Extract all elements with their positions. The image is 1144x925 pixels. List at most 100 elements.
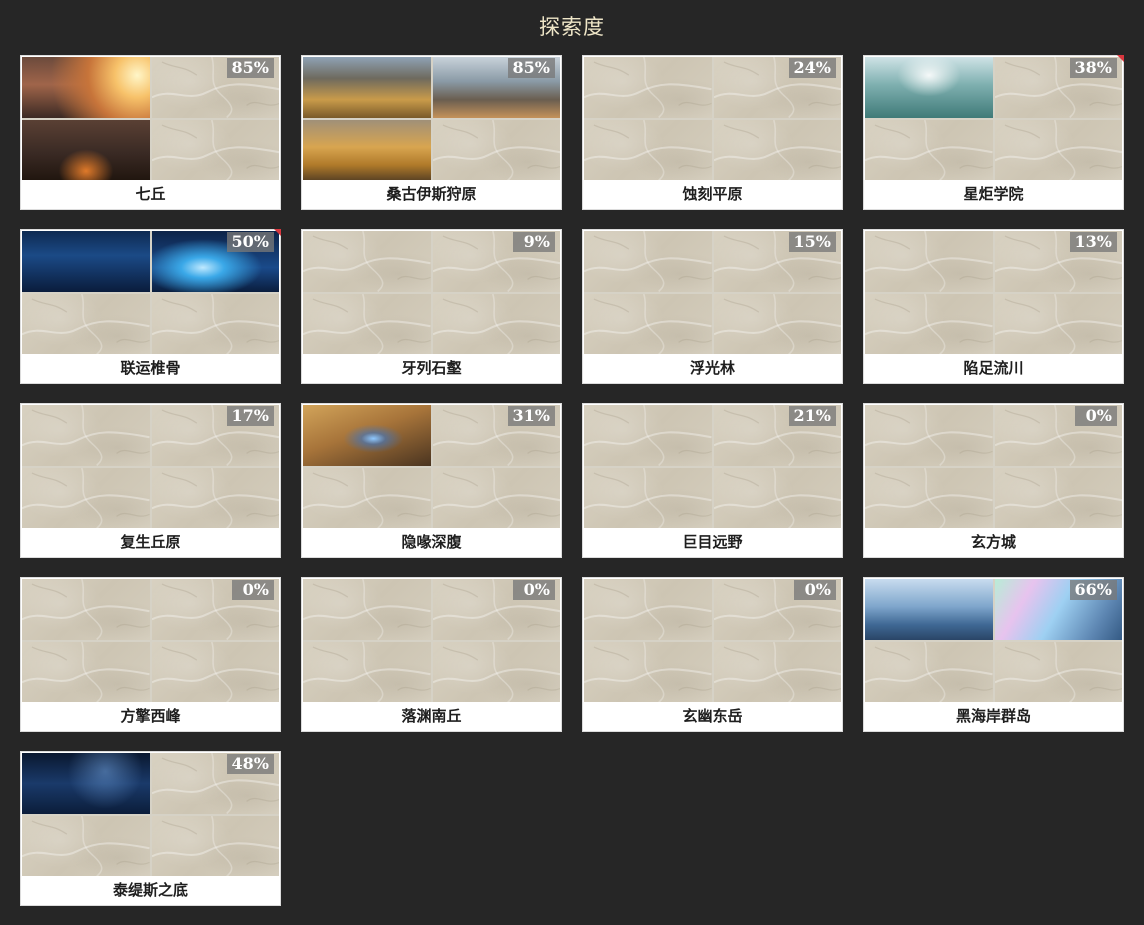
exploration-percent-badge: 0% [794, 580, 836, 600]
fogged-map-tile [713, 119, 841, 180]
exploration-percent-badge: 66% [1069, 580, 1117, 600]
region-card[interactable]: 48% 泰缇斯之底 [20, 751, 281, 906]
map-contour-lines [432, 641, 560, 702]
exploration-percent-badge: 85% [226, 58, 274, 78]
fogged-map-tile [22, 641, 150, 702]
fogged-map-tile [584, 641, 712, 702]
map-contour-lines [994, 467, 1122, 528]
region-card[interactable]: 15% 浮光林 [582, 229, 843, 384]
fogged-map-tile [22, 293, 150, 354]
map-contour-lines [151, 641, 279, 702]
region-card[interactable]: 21% 巨目远野 [582, 403, 843, 558]
map-contour-lines [584, 293, 712, 354]
exploration-percent-badge: 48% [226, 754, 274, 774]
map-contour-lines [584, 57, 712, 118]
region-card[interactable]: 17% 复生丘原 [20, 403, 281, 558]
map-contour-lines [994, 119, 1122, 180]
map-contour-lines [303, 231, 431, 292]
exploration-percent-badge: 21% [788, 406, 836, 426]
map-contour-lines [432, 467, 560, 528]
region-card[interactable]: 31% 隐喙深腹 [301, 403, 562, 558]
exploration-percent-badge: 85% [507, 58, 555, 78]
fogged-map-tile [865, 641, 993, 702]
fogged-map-tile [303, 641, 431, 702]
region-card[interactable]: 85% 七丘 [20, 55, 281, 210]
fogged-map-tile [584, 293, 712, 354]
region-card[interactable]: 0% 落渊南丘 [301, 577, 562, 732]
map-contour-lines [151, 119, 279, 180]
map-contour-lines [865, 467, 993, 528]
revealed-map-tile [303, 119, 431, 180]
map-contour-lines [303, 641, 431, 702]
region-name: 浮光林 [689, 359, 735, 377]
fogged-map-tile [151, 119, 279, 180]
region-name: 巨目远野 [682, 533, 743, 551]
fogged-map-tile [151, 641, 279, 702]
fogged-map-tile [584, 119, 712, 180]
fogged-map-tile [584, 579, 712, 640]
fogged-map-tile [303, 467, 431, 528]
revealed-map-tile [22, 753, 150, 814]
map-contour-lines [865, 293, 993, 354]
map-contour-lines [865, 641, 993, 702]
fogged-map-tile [432, 293, 560, 354]
region-card[interactable]: 24% 蚀刻平原 [582, 55, 843, 210]
fogged-map-tile [994, 467, 1122, 528]
map-contour-lines [22, 641, 150, 702]
fogged-map-tile [994, 293, 1122, 354]
exploration-percent-badge: 50% [226, 232, 274, 252]
region-card[interactable]: 0% 方擎西峰 [20, 577, 281, 732]
map-contour-lines [865, 405, 993, 466]
new-marker-icon [274, 229, 281, 236]
region-name: 隐喙深腹 [401, 533, 462, 551]
fogged-map-tile [584, 467, 712, 528]
map-contour-lines [994, 641, 1122, 702]
region-card[interactable]: 85% 桑古伊斯狩原 [301, 55, 562, 210]
region-card[interactable]: 50% 联运椎骨 [20, 229, 281, 384]
map-contour-lines [303, 293, 431, 354]
map-contour-lines [713, 641, 841, 702]
region-card[interactable]: 38% 星炬学院 [863, 55, 1124, 210]
region-name: 牙列石壑 [401, 359, 462, 377]
map-contour-lines [22, 815, 150, 876]
map-contour-lines [584, 467, 712, 528]
fogged-map-tile [303, 231, 431, 292]
map-contour-lines [151, 815, 279, 876]
exploration-percent-badge: 15% [788, 232, 836, 252]
fogged-map-tile [713, 467, 841, 528]
region-name: 七丘 [135, 185, 166, 203]
map-contour-lines [151, 293, 279, 354]
new-marker-icon [1117, 55, 1124, 62]
map-contour-lines [584, 231, 712, 292]
page-title: 探索度 [539, 15, 605, 39]
fogged-map-tile [584, 231, 712, 292]
fogged-map-tile [22, 815, 150, 876]
revealed-map-tile [22, 119, 150, 180]
map-contour-lines [432, 293, 560, 354]
region-name: 复生丘原 [120, 533, 181, 551]
fogged-map-tile [303, 293, 431, 354]
region-card[interactable]: 0% 玄方城 [863, 403, 1124, 558]
revealed-map-tile [865, 579, 993, 640]
fogged-map-tile [994, 641, 1122, 702]
revealed-map-tile [22, 231, 150, 292]
exploration-percent-badge: 38% [1069, 58, 1117, 78]
region-grid: 85% 七丘 85% 桑古伊斯狩原 24% 蚀刻平原 38% 星炬学院 50% 联运椎骨 9% 牙列石… [20, 55, 1124, 906]
fogged-map-tile [865, 293, 993, 354]
region-name: 桑古伊斯狩原 [386, 185, 477, 203]
region-name: 玄方城 [970, 533, 1016, 551]
region-name: 星炬学院 [963, 185, 1024, 203]
map-contour-lines [713, 119, 841, 180]
fogged-map-tile [22, 467, 150, 528]
map-contour-lines [584, 405, 712, 466]
fogged-map-tile [432, 467, 560, 528]
region-card[interactable]: 0% 玄幽东岳 [582, 577, 843, 732]
fogged-map-tile [22, 579, 150, 640]
region-card[interactable]: 66% 黑海岸群岛 [863, 577, 1124, 732]
fogged-map-tile [22, 405, 150, 466]
map-contour-lines [584, 641, 712, 702]
region-card[interactable]: 9% 牙列石壑 [301, 229, 562, 384]
region-card[interactable]: 13% 陷足流川 [863, 229, 1124, 384]
map-contour-lines [303, 467, 431, 528]
region-name: 蚀刻平原 [682, 185, 743, 203]
